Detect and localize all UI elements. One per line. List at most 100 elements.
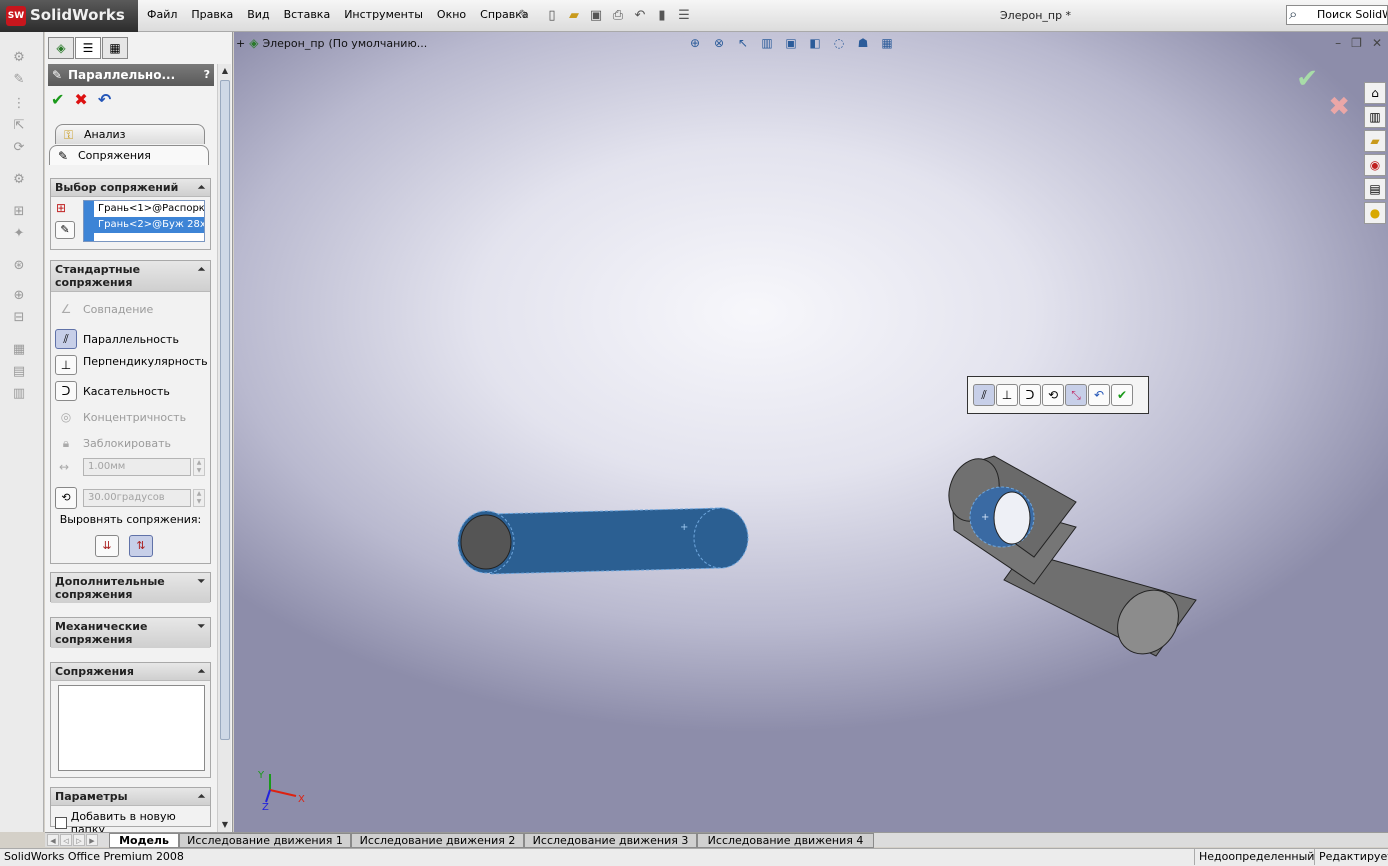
- new-motion-study-icon[interactable]: ▤: [10, 364, 28, 380]
- collapse-icon[interactable]: ⏶: [198, 666, 205, 679]
- mechanical-mates-group: Механические сопряжения ⏷: [50, 617, 211, 648]
- collapse-icon[interactable]: ⏶: [198, 791, 205, 804]
- move-component-icon[interactable]: ⇱: [10, 118, 28, 134]
- collapse-icon[interactable]: ⏶: [198, 182, 205, 195]
- reference-geometry-icon[interactable]: ▦: [10, 342, 28, 358]
- mate-icon[interactable]: ✎: [10, 72, 28, 88]
- property-manager-tab[interactable]: ☰: [75, 37, 101, 59]
- print-icon[interactable]: ⎙: [609, 6, 627, 24]
- angle-stepper[interactable]: ▲ ▼: [193, 489, 205, 507]
- undo-icon[interactable]: ↶: [631, 6, 649, 24]
- open-folder-icon[interactable]: ▰: [565, 6, 583, 24]
- tab-motion-study-1[interactable]: Исследование движения 1: [179, 833, 351, 848]
- menu-window[interactable]: Окно: [430, 8, 473, 21]
- scroll-thumb[interactable]: [220, 80, 230, 740]
- mate-concentric[interactable]: ◎ Концентричность: [55, 407, 186, 427]
- popup-flip-alignment-icon[interactable]: ⤡: [1065, 384, 1087, 406]
- standard-mates-header[interactable]: Стандартные сопряжения ⏶: [51, 261, 210, 292]
- tab-motion-study-3[interactable]: Исследование движения 3: [524, 833, 697, 848]
- save-icon[interactable]: ▣: [587, 6, 605, 24]
- mate-tangent[interactable]: ᑐ Касательность: [55, 381, 170, 401]
- menu-edit[interactable]: Правка: [184, 8, 240, 21]
- selection-item[interactable]: Грань<2>@Буж 28x8: [84, 217, 204, 233]
- aligned-button[interactable]: ⇊: [95, 535, 119, 557]
- rotate-icon[interactable]: ⟳: [10, 140, 28, 156]
- cancel-button[interactable]: ✖: [74, 90, 87, 109]
- tab-analysis[interactable]: ⚿ Анализ: [55, 124, 205, 144]
- distance-stepper[interactable]: ▲ ▼: [193, 458, 205, 476]
- solidworks-logo[interactable]: SW SolidWorks: [0, 0, 138, 32]
- mate-coincident[interactable]: ∠ Совпадение: [55, 299, 154, 319]
- mate-selection-header[interactable]: Выбор сопряжений ⏶: [51, 179, 210, 197]
- options-icon[interactable]: ☰: [675, 6, 693, 24]
- model-view[interactable]: + +: [234, 32, 1388, 832]
- help-button[interactable]: ?: [204, 64, 210, 86]
- component-icon[interactable]: ⚙: [10, 50, 28, 66]
- angle-field[interactable]: 30.00градусов: [83, 489, 191, 507]
- new-document-icon[interactable]: ▯: [543, 6, 561, 24]
- select-icon[interactable]: ▮: [653, 6, 671, 24]
- last-tab-icon[interactable]: ▶: [86, 834, 98, 846]
- next-tab-icon[interactable]: ▷: [73, 834, 85, 846]
- smart-fasteners-icon[interactable]: ⚙: [10, 172, 28, 188]
- menu-file[interactable]: Файл: [140, 8, 184, 21]
- graphics-area[interactable]: + ◈ Элерон_пр (По умолчанию... ⊕ ⊗ ↖ ▥ ▣…: [234, 32, 1388, 832]
- add-to-folder-checkbox[interactable]: [55, 817, 67, 829]
- distance-field[interactable]: 1.00мм: [83, 458, 191, 476]
- pm-scrollbar[interactable]: ▲ ▼: [217, 64, 231, 832]
- feature-manager-tab[interactable]: ◈: [48, 37, 74, 59]
- selection-item[interactable]: Грань<1>@Распорка: [84, 201, 204, 217]
- pin-icon[interactable]: ✎: [515, 6, 533, 24]
- menu-tools[interactable]: Инструменты: [337, 8, 430, 21]
- menu-insert[interactable]: Вставка: [277, 8, 338, 21]
- pattern-icon[interactable]: ⋮: [10, 96, 28, 112]
- mates-icon: ✎: [58, 149, 69, 163]
- triad-x-label: X: [298, 794, 305, 805]
- assembly-feature-icon[interactable]: ⊟: [10, 310, 28, 326]
- mate-parallel[interactable]: ⫽ Параллельность: [55, 329, 179, 349]
- popup-angle-icon[interactable]: ⟲: [1042, 384, 1064, 406]
- tab-mates[interactable]: ✎ Сопряжения: [49, 145, 209, 165]
- popup-perpendicular-icon[interactable]: ⊥: [996, 384, 1018, 406]
- tab-model[interactable]: Модель: [109, 833, 179, 848]
- expand-icon[interactable]: ⏷: [198, 576, 205, 589]
- advanced-mates-header[interactable]: Дополнительные сопряжения ⏷: [51, 573, 210, 603]
- anti-aligned-button[interactable]: ⇅: [129, 535, 153, 557]
- explode-line-icon[interactable]: ✦: [10, 226, 28, 242]
- scroll-down-icon[interactable]: ▼: [218, 818, 232, 832]
- mates-list-box[interactable]: [58, 685, 205, 771]
- selection-list[interactable]: Грань<1>@Распорка Грань<2>@Буж 28x8: [83, 200, 205, 242]
- ok-button[interactable]: ✔: [51, 90, 64, 109]
- interference-icon[interactable]: ⊛: [10, 258, 28, 274]
- bill-of-materials-icon[interactable]: ▥: [10, 386, 28, 402]
- popup-undo-icon[interactable]: ↶: [1088, 384, 1110, 406]
- mate-perpendicular[interactable]: ⊥ Перпендикулярность: [55, 355, 208, 375]
- multi-mate-mode-icon[interactable]: ✎: [55, 221, 75, 239]
- mechanical-mates-header[interactable]: Механические сопряжения ⏷: [51, 618, 210, 648]
- explode-icon[interactable]: ⊞: [10, 204, 28, 220]
- popup-parallel-icon[interactable]: ⫽: [973, 384, 995, 406]
- popup-tangent-icon[interactable]: ᑐ: [1019, 384, 1041, 406]
- search-input[interactable]: ⌕ Поиск SolidWorks: [1286, 5, 1388, 25]
- popup-ok-icon[interactable]: ✔: [1111, 384, 1133, 406]
- mate-lock[interactable]: 🔒︎ Заблокировать: [55, 433, 171, 453]
- tab-analysis-label: Анализ: [84, 128, 126, 141]
- expand-icon[interactable]: ⏷: [198, 621, 205, 634]
- tab-motion-study-2[interactable]: Исследование движения 2: [351, 833, 524, 848]
- collapse-icon[interactable]: ⏶: [198, 264, 205, 277]
- configuration-manager-tab[interactable]: ▦: [102, 37, 128, 59]
- prev-tab-icon[interactable]: ◁: [60, 834, 72, 846]
- first-tab-icon[interactable]: ◀: [47, 834, 59, 846]
- menu-view[interactable]: Вид: [240, 8, 276, 21]
- options-header[interactable]: Параметры ⏶: [51, 788, 210, 806]
- perpendicular-icon: ⊥: [55, 355, 77, 375]
- coincident-icon: ∠: [60, 302, 72, 316]
- tube-part[interactable]: +: [457, 507, 749, 575]
- mates-list-header[interactable]: Сопряжения ⏶: [51, 663, 210, 681]
- bushing-part[interactable]: +: [941, 452, 1197, 666]
- undo-button[interactable]: ↶: [98, 90, 111, 109]
- tab-motion-study-4[interactable]: Исследование движения 4: [697, 833, 874, 848]
- angle-icon[interactable]: ⟲: [55, 487, 77, 509]
- hole-series-icon[interactable]: ⊕: [10, 288, 28, 304]
- scroll-up-icon[interactable]: ▲: [218, 64, 232, 78]
